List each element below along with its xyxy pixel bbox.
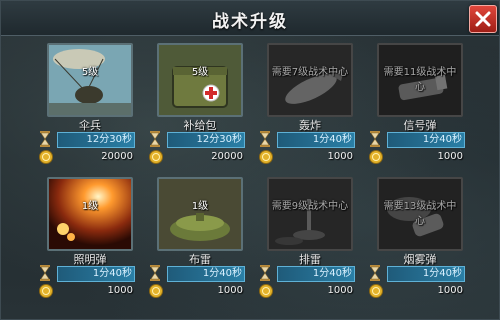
gold-coin-icon bbox=[39, 284, 53, 298]
cost-value: 1000 bbox=[437, 285, 463, 296]
upgrade-card-bombing[interactable]: 需要7级战术中心 轰炸 1分40秒 1000 bbox=[259, 43, 369, 173]
upgrade-time: 1分40秒 bbox=[259, 131, 369, 148]
requirement-label: 需要9级战术中心 bbox=[271, 201, 349, 212]
time-value: 1分40秒 bbox=[422, 268, 462, 279]
time-bar: 1分40秒 bbox=[277, 266, 355, 282]
upgrade-time: 12分30秒 bbox=[149, 131, 259, 148]
time-value: 1分40秒 bbox=[312, 134, 352, 145]
hourglass-icon bbox=[40, 131, 50, 147]
mine-laying-image: 1级 bbox=[157, 177, 243, 251]
requirement-label: 需要11级战术中心 bbox=[383, 67, 457, 93]
time-bar: 12分30秒 bbox=[57, 132, 135, 148]
hourglass-icon bbox=[370, 131, 380, 147]
hourglass-icon bbox=[150, 131, 160, 147]
cost-value: 1000 bbox=[217, 285, 243, 296]
upgrade-cost: 1000 bbox=[259, 283, 369, 299]
time-value: 1分40秒 bbox=[92, 268, 132, 279]
smoke-grenade-image: 需要13级战术中心 bbox=[377, 177, 463, 251]
window-title: 战术升级 bbox=[212, 12, 288, 32]
upgrade-card-signal-flare[interactable]: 需要11级战术中心 信号弹 1分40秒 1000 bbox=[369, 43, 479, 173]
upgrade-cost: 1000 bbox=[39, 283, 149, 299]
upgrade-time: 1分40秒 bbox=[39, 265, 149, 282]
gold-coin-icon bbox=[259, 150, 273, 164]
time-bar: 1分40秒 bbox=[277, 132, 355, 148]
upgrade-card-smoke-grenade[interactable]: 需要13级战术中心 烟雾弹 1分40秒 1000 bbox=[369, 177, 479, 307]
gold-coin-icon bbox=[149, 284, 163, 298]
time-bar: 1分40秒 bbox=[387, 266, 465, 282]
time-bar: 12分30秒 bbox=[167, 132, 245, 148]
supply-pack-image: 5级 bbox=[157, 43, 243, 117]
time-value: 12分30秒 bbox=[196, 134, 242, 145]
upgrade-time: 1分40秒 bbox=[259, 265, 369, 282]
upgrade-card-mine-laying[interactable]: 1级 布雷 1分40秒 1000 bbox=[149, 177, 259, 307]
hourglass-icon bbox=[40, 265, 50, 281]
gold-coin-icon bbox=[149, 150, 163, 164]
hourglass-icon bbox=[150, 265, 160, 281]
upgrade-card-paratrooper[interactable]: 5级 伞兵 12分30秒 20000 bbox=[39, 43, 149, 173]
requirement-label: 需要7级战术中心 bbox=[271, 67, 349, 78]
cost-value: 1000 bbox=[437, 151, 463, 162]
level-label: 1级 bbox=[191, 201, 209, 212]
cost-value: 1000 bbox=[107, 285, 133, 296]
upgrade-card-mine-clearing[interactable]: 需要9级战术中心 排雷 1分40秒 1000 bbox=[259, 177, 369, 307]
upgrade-time: 1分40秒 bbox=[149, 265, 259, 282]
level-label: 5级 bbox=[191, 67, 209, 78]
bombing-image: 需要7级战术中心 bbox=[267, 43, 353, 117]
upgrade-cost: 1000 bbox=[259, 149, 369, 165]
time-value: 12分30秒 bbox=[86, 134, 132, 145]
cost-value: 1000 bbox=[327, 285, 353, 296]
gold-coin-icon bbox=[259, 284, 273, 298]
gold-coin-icon bbox=[39, 150, 53, 164]
upgrade-time: 1分40秒 bbox=[369, 131, 479, 148]
time-value: 1分40秒 bbox=[312, 268, 352, 279]
close-icon bbox=[475, 11, 491, 27]
time-value: 1分40秒 bbox=[202, 268, 242, 279]
close-button[interactable] bbox=[469, 5, 497, 33]
tactics-upgrade-window: 战术升级 5级 伞兵 12分30秒 20000 5级 补给包 12分30秒 20… bbox=[0, 0, 500, 320]
hourglass-icon bbox=[370, 265, 380, 281]
upgrade-card-supply-pack[interactable]: 5级 补给包 12分30秒 20000 bbox=[149, 43, 259, 173]
mine-clearing-image: 需要9级战术中心 bbox=[267, 177, 353, 251]
time-bar: 1分40秒 bbox=[57, 266, 135, 282]
upgrade-cost: 20000 bbox=[39, 149, 149, 165]
time-bar: 1分40秒 bbox=[167, 266, 245, 282]
gold-coin-icon bbox=[369, 150, 383, 164]
cost-value: 20000 bbox=[101, 151, 133, 162]
cost-value: 1000 bbox=[327, 151, 353, 162]
time-value: 1分40秒 bbox=[422, 134, 462, 145]
title-bar: 战术升级 bbox=[1, 1, 499, 36]
level-label: 5级 bbox=[81, 67, 99, 78]
hourglass-icon bbox=[260, 265, 270, 281]
upgrade-time: 12分30秒 bbox=[39, 131, 149, 148]
upgrade-cost: 1000 bbox=[369, 283, 479, 299]
signal-flare-image: 需要11级战术中心 bbox=[377, 43, 463, 117]
time-bar: 1分40秒 bbox=[387, 132, 465, 148]
requirement-label: 需要13级战术中心 bbox=[383, 201, 457, 227]
cost-value: 20000 bbox=[211, 151, 243, 162]
upgrade-cost: 20000 bbox=[149, 149, 259, 165]
hourglass-icon bbox=[260, 131, 270, 147]
upgrade-card-illumination-flare[interactable]: 1级 照明弹 1分40秒 1000 bbox=[39, 177, 149, 307]
level-label: 1级 bbox=[81, 201, 99, 212]
upgrade-cost: 1000 bbox=[149, 283, 259, 299]
illumination-flare-image: 1级 bbox=[47, 177, 133, 251]
upgrade-time: 1分40秒 bbox=[369, 265, 479, 282]
paratrooper-image: 5级 bbox=[47, 43, 133, 117]
upgrade-cost: 1000 bbox=[369, 149, 479, 165]
gold-coin-icon bbox=[369, 284, 383, 298]
